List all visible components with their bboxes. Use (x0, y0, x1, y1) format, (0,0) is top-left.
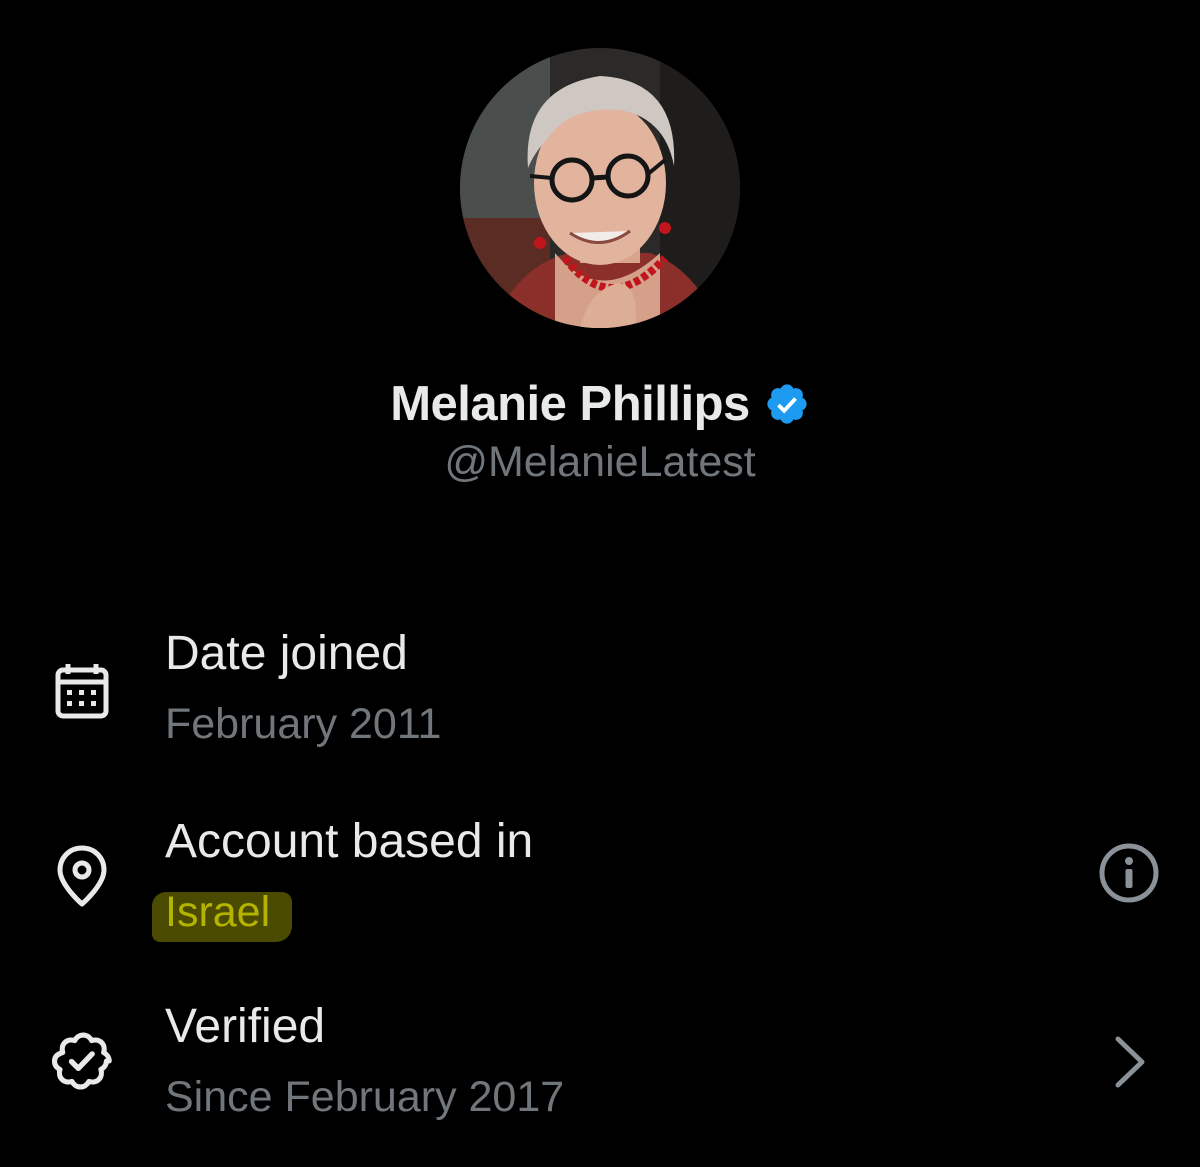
verified-badge-outline-icon (48, 1027, 116, 1095)
about-row-value: Since February 2017 (165, 1073, 565, 1121)
about-row-label: Verified (165, 1000, 326, 1053)
about-row-value: February 2011 (165, 700, 442, 748)
profile-name-row: Melanie Phillips (0, 376, 1200, 432)
avatar[interactable] (460, 48, 740, 328)
calendar-icon (48, 658, 116, 726)
verified-badge-icon[interactable] (764, 381, 810, 427)
chevron-right-icon[interactable] (1096, 1029, 1162, 1095)
about-row-account-based-in: Account based in Israel (0, 800, 1200, 950)
about-row-verified[interactable]: Verified Since February 2017 (0, 985, 1200, 1135)
about-row-label: Account based in (165, 815, 534, 868)
avatar-photo (460, 48, 740, 328)
location-pin-icon (48, 842, 116, 910)
profile-name: Melanie Phillips (390, 377, 750, 431)
about-row-label: Date joined (165, 627, 408, 680)
profile-handle: @MelanieLatest (444, 438, 756, 486)
about-row-date-joined: Date joined February 2011 (0, 612, 1200, 762)
about-row-value: Israel (165, 888, 271, 936)
info-icon[interactable] (1096, 840, 1162, 906)
